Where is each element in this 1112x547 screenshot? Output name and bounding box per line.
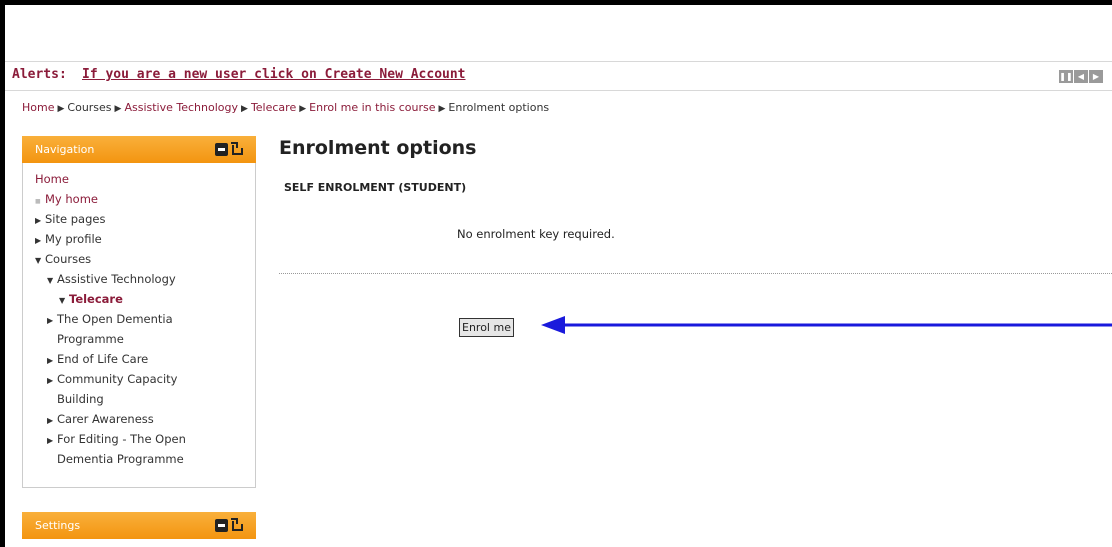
expanded-caret-icon: ▼	[35, 256, 42, 265]
breadcrumb-separator-icon: ▶	[438, 104, 446, 114]
nav-item-label: Dementia Programme	[57, 452, 184, 466]
dock-block-icon[interactable]	[230, 142, 244, 156]
breadcrumb-item[interactable]: Home	[22, 101, 54, 114]
enrol-me-button[interactable]: Enrol me	[459, 318, 514, 337]
nav-item[interactable]: Building	[23, 389, 255, 409]
breadcrumb: Home ▶ Courses ▶ Assistive Technology ▶ Teleca…	[22, 101, 549, 114]
nav-item[interactable]: Dementia Programme	[23, 449, 255, 469]
collapsed-caret-icon: ▶	[47, 356, 54, 365]
nav-item-label: Assistive Technology	[57, 272, 176, 286]
ticker-next-icon[interactable]: ▶	[1089, 70, 1103, 83]
breadcrumb-item: Enrolment options	[448, 101, 550, 114]
nav-item-label: End of Life Care	[57, 352, 149, 366]
nav-item-label: Telecare	[69, 292, 123, 306]
navigation-block: Navigation Home ■ My home ▶ Site pages ▶ My pr…	[22, 136, 256, 488]
nav-item[interactable]: ▼ Assistive Technology	[23, 269, 255, 289]
nav-item-label: Building	[57, 392, 104, 406]
collapsed-caret-icon: ▶	[35, 216, 42, 225]
nav-item[interactable]: ■ My home	[23, 189, 255, 209]
page: Alerts: If you are a new user click on C…	[5, 5, 1112, 547]
nav-item[interactable]: ▶ Site pages	[23, 209, 255, 229]
nav-item[interactable]: ▶ Carer Awareness	[23, 409, 255, 429]
nav-item-label: My profile	[45, 232, 102, 246]
nav-item-label: For Editing - The Open	[57, 432, 186, 446]
settings-block-header: Settings	[22, 512, 256, 539]
create-account-alert-link[interactable]: If you are a new user click on Create Ne…	[82, 67, 466, 82]
navigation-block-title: Navigation	[35, 143, 95, 156]
breadcrumb-item: Courses	[67, 101, 112, 114]
collapsed-caret-icon: ▶	[47, 316, 54, 325]
alerts-bar: Alerts: If you are a new user click on C…	[5, 61, 1112, 91]
nav-item[interactable]: Home	[23, 169, 255, 189]
breadcrumb-separator-icon: ▶	[299, 104, 307, 114]
dock-block-icon[interactable]	[230, 518, 244, 532]
alerts-ticker-controls: ❚❚ ◀ ▶	[1059, 70, 1103, 83]
breadcrumb-separator-icon: ▶	[57, 104, 65, 114]
nav-item[interactable]: ▼ Telecare	[23, 289, 255, 309]
nav-item-label: Home	[35, 172, 69, 186]
nav-item-label: The Open Dementia	[57, 312, 173, 326]
nav-item[interactable]: ▶ My profile	[23, 229, 255, 249]
section-divider	[279, 273, 1112, 274]
page-title: Enrolment options	[279, 137, 477, 159]
navigation-tree: Home ■ My home ▶ Site pages ▶ My profile ▼ Cours…	[22, 163, 256, 488]
hide-block-icon[interactable]	[215, 142, 228, 156]
nav-item[interactable]: Programme	[23, 329, 255, 349]
collapsed-caret-icon: ▶	[47, 376, 54, 385]
expanded-caret-icon: ▼	[59, 296, 66, 305]
nav-item-label: Carer Awareness	[57, 412, 154, 426]
nav-item[interactable]: ▶ Community Capacity	[23, 369, 255, 389]
nav-item[interactable]: ▼ Courses	[23, 249, 255, 269]
collapsed-caret-icon: ▶	[35, 236, 42, 245]
nav-item[interactable]: ▶ For Editing - The Open	[23, 429, 255, 449]
enrolment-method-title: SELF ENROLMENT (STUDENT)	[284, 181, 467, 194]
nav-item-label: Courses	[45, 252, 92, 266]
nav-item-label: Site pages	[45, 212, 106, 226]
nav-item[interactable]: ▶ End of Life Care	[23, 349, 255, 369]
breadcrumb-item[interactable]: Assistive Technology	[124, 101, 238, 114]
ticker-pause-icon[interactable]: ❚❚	[1059, 70, 1073, 83]
breadcrumb-separator-icon: ▶	[114, 104, 122, 114]
nav-item[interactable]: ▶ The Open Dementia	[23, 309, 255, 329]
hide-block-icon[interactable]	[215, 518, 228, 532]
settings-block-title: Settings	[35, 519, 81, 532]
alerts-label: Alerts:	[12, 67, 67, 82]
nav-item-label: Community Capacity	[57, 372, 178, 386]
expanded-caret-icon: ▼	[47, 276, 54, 285]
breadcrumb-item[interactable]: Enrol me in this course	[309, 101, 435, 114]
nav-item-label: Programme	[57, 332, 124, 346]
annotation-arrow-icon	[541, 316, 1112, 334]
collapsed-caret-icon: ▶	[47, 416, 54, 425]
settings-block: Settings	[22, 512, 256, 539]
nav-item-label: My home	[45, 192, 98, 206]
breadcrumb-separator-icon: ▶	[241, 104, 248, 114]
navigation-block-header: Navigation	[22, 136, 256, 163]
collapsed-caret-icon: ▶	[47, 436, 54, 445]
ticker-prev-icon[interactable]: ◀	[1074, 70, 1088, 83]
enrolment-key-info: No enrolment key required.	[457, 227, 615, 241]
breadcrumb-item[interactable]: Telecare	[251, 101, 296, 114]
